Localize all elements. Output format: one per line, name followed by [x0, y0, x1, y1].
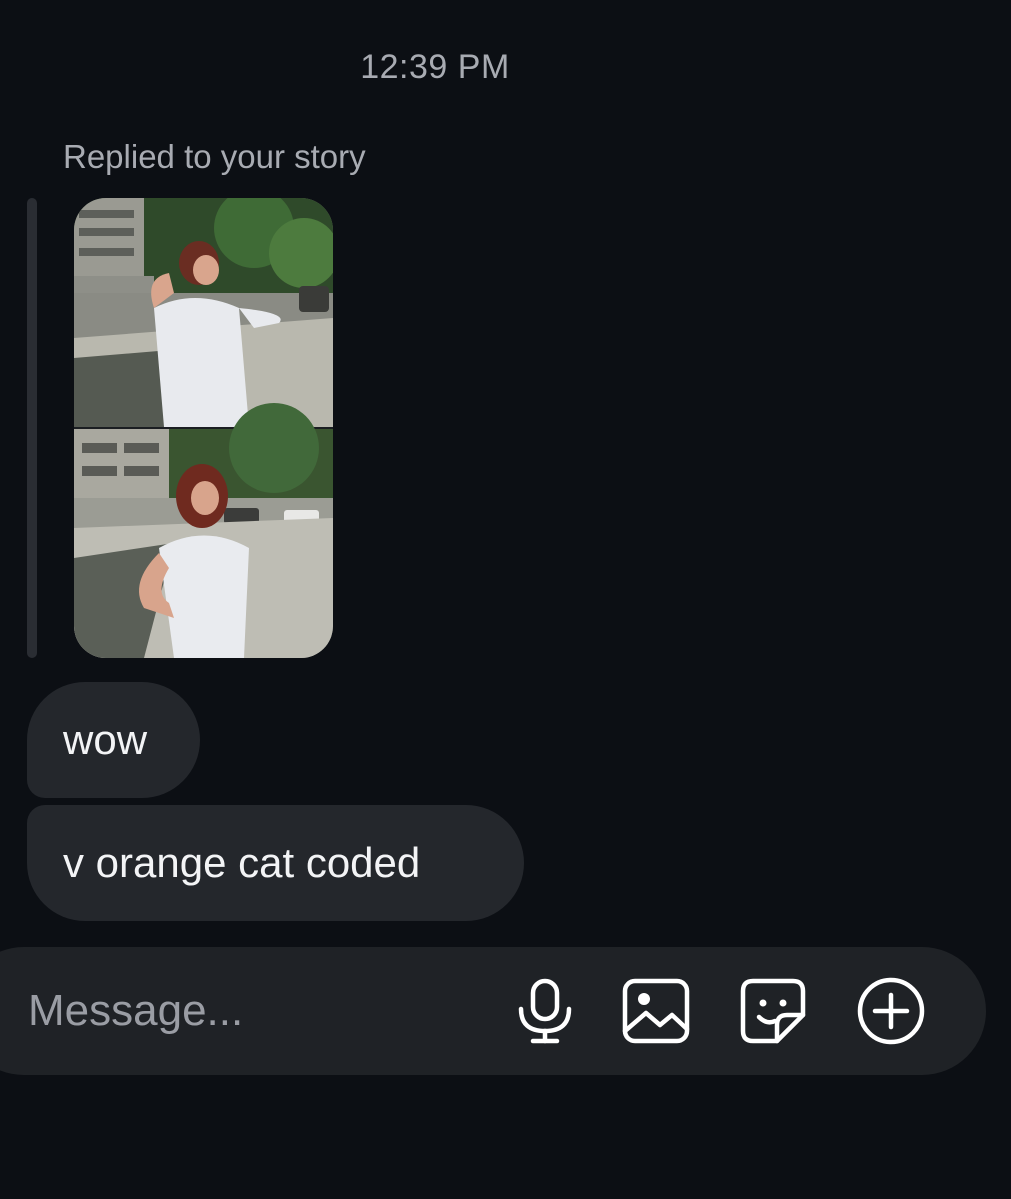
message-text: v orange cat coded [63, 839, 421, 886]
sticker-icon[interactable] [737, 975, 809, 1047]
chat-screen: 12:39 PM Replied to your story wow v ora… [0, 0, 1011, 1199]
message-timestamp: 12:39 PM [360, 48, 510, 86]
story-thumbnail[interactable] [74, 198, 333, 658]
story-reply-label: Replied to your story [63, 138, 366, 175]
message-input[interactable] [28, 947, 488, 1075]
image-icon[interactable] [620, 975, 692, 1047]
plus-icon[interactable] [855, 975, 927, 1047]
message-bubble[interactable]: wow [27, 682, 200, 798]
microphone-icon[interactable] [509, 975, 581, 1047]
message-bubble[interactable]: v orange cat coded [27, 805, 524, 921]
message-text: wow [63, 716, 148, 763]
story-photo-collage [74, 198, 333, 658]
reply-indicator-bar [27, 198, 37, 658]
